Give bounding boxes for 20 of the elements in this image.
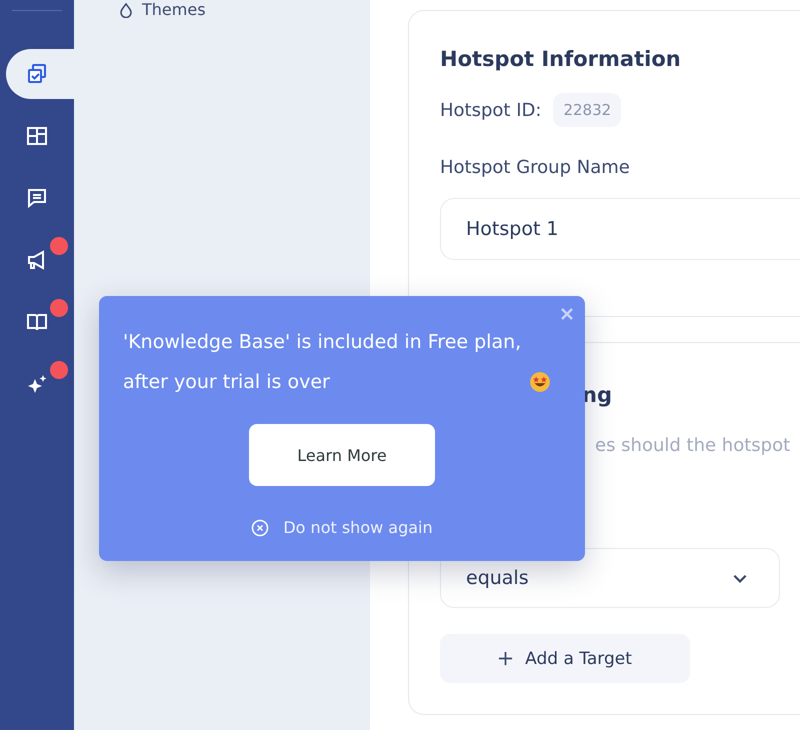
chat-icon xyxy=(26,187,48,209)
popover-message: 'Knowledge Base' is included in Free plan, after your trial is over xyxy=(123,330,522,395)
plus-icon xyxy=(498,651,514,666)
layout-icon xyxy=(26,125,48,147)
id-value: 22832 xyxy=(553,93,622,127)
sidebar-item[interactable] xyxy=(6,49,74,99)
sparkles-icon xyxy=(26,373,48,395)
learn-more-button[interactable]: Learn More xyxy=(249,424,435,486)
input-field[interactable]: Hotspot 1 xyxy=(440,198,800,260)
close-circle-icon xyxy=(251,518,270,536)
field-label: Hotspot Group Name xyxy=(440,157,631,178)
drop-icon xyxy=(118,2,134,18)
add-target-button[interactable]: Add a Target xyxy=(440,634,690,683)
section-title: Hotspot Information xyxy=(440,47,682,71)
smiley-icon xyxy=(529,371,551,393)
section-description: es should the hotspot xyxy=(594,435,792,456)
book-icon xyxy=(26,311,48,333)
checkbox-stack-icon xyxy=(26,63,48,85)
field-label: Hotspot ID: xyxy=(440,100,542,120)
subnav-item[interactable]: Themes xyxy=(118,0,370,19)
